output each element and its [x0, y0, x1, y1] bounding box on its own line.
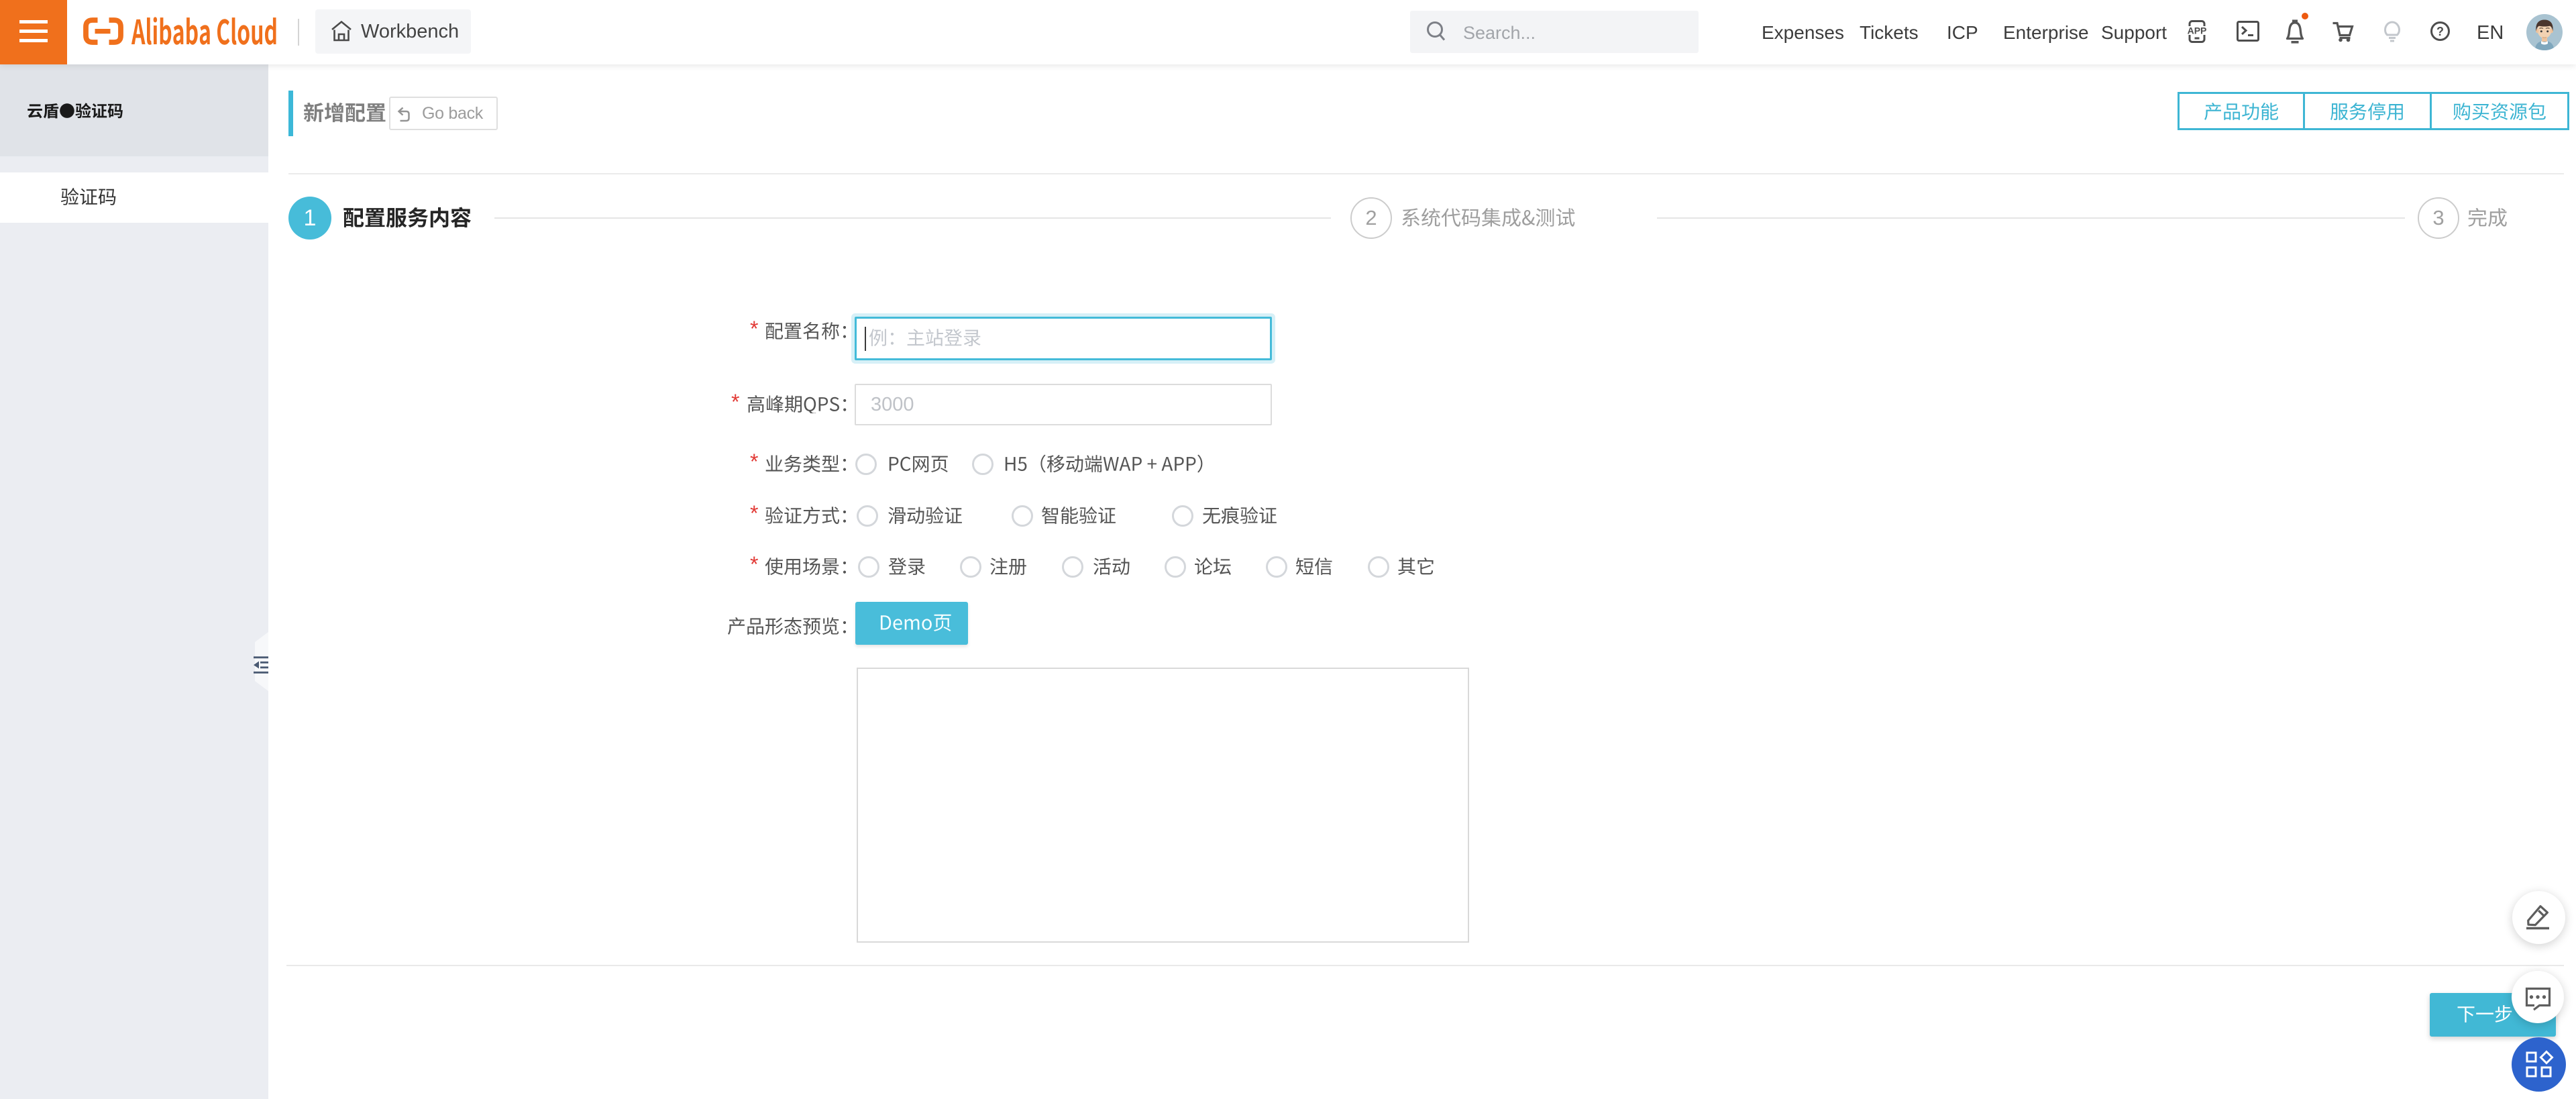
- svg-text:APP: APP: [2188, 25, 2207, 36]
- svg-text:?: ?: [2436, 25, 2444, 38]
